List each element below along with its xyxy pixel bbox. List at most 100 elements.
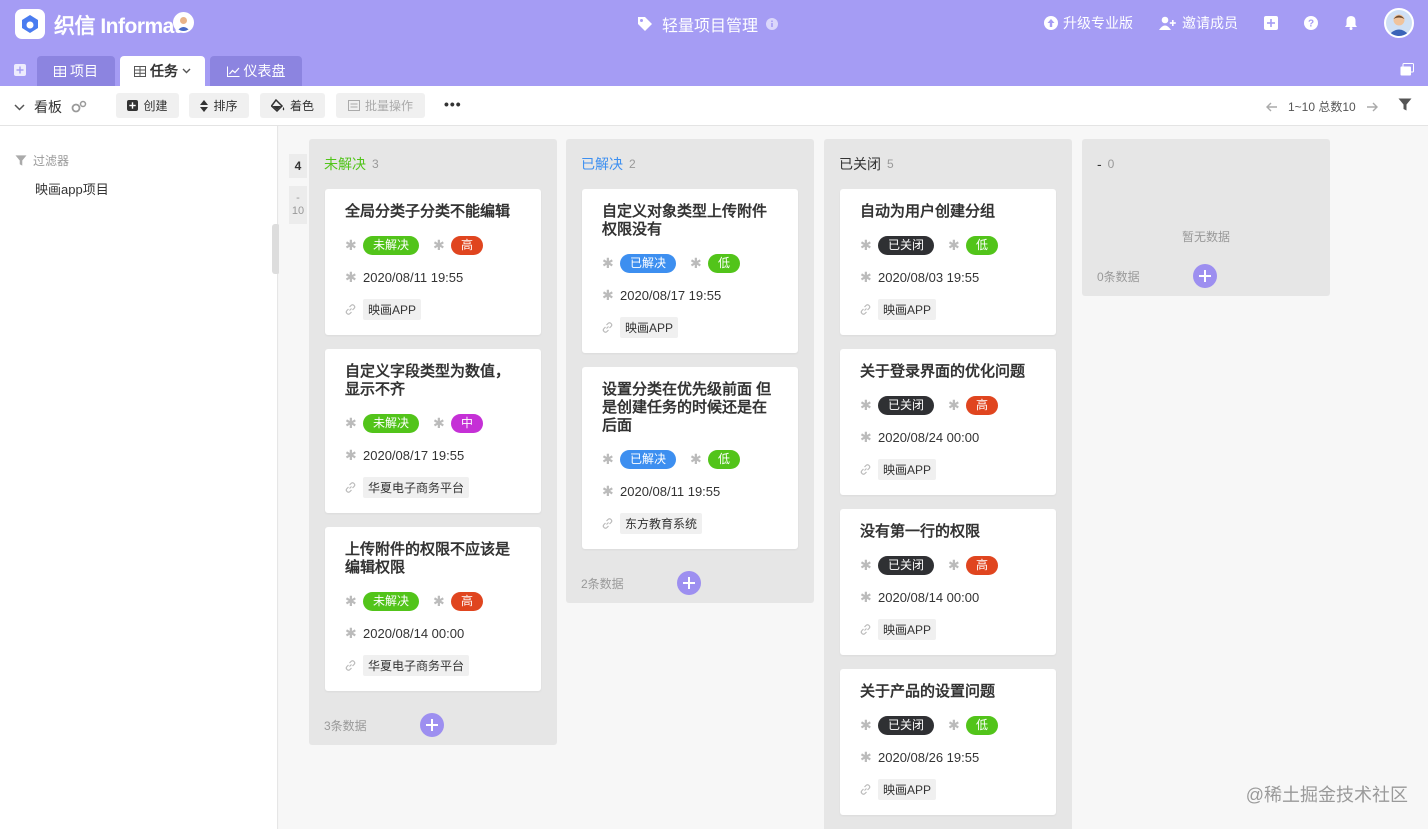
status-badge: 未解决 [363,235,420,255]
asterisk-icon: ✱ [860,556,872,573]
task-ref-tag[interactable]: 映画APP [878,778,937,800]
tab-dashboard[interactable]: 仪表盘 [210,56,302,86]
batch-button[interactable]: 批量操作 [336,93,425,118]
add-tab-button[interactable] [14,63,26,81]
add-card-button[interactable] [1193,264,1217,288]
task-title: 关于产品的设置问题 [860,683,996,700]
window-button[interactable] [1400,63,1414,81]
task-tags-row: ✱ 已关闭 ✱ 高 [860,549,1036,581]
task-card[interactable]: 上传附件的权限不应该是编辑权限 ✱ 未解决 ✱ 高 ✱ 2020/08/14 00:00 华夏… [325,527,541,691]
column-count: 0 [1107,157,1115,171]
plus-icon [683,577,695,589]
link-icon [345,303,363,315]
settings-icon[interactable] [71,100,87,114]
user-avatar[interactable] [1384,7,1414,38]
link-icon [345,481,363,493]
task-date-row: ✱ 2020/08/14 00:00 [345,617,521,649]
plus-icon [426,719,438,731]
task-card[interactable]: 自定义字段类型为数值，显示不齐 ✱ 未解决 ✱ 中 ✱ 2020/08/17 19:55 华夏… [325,349,541,513]
plus-icon [1199,270,1211,282]
task-title: 关于登录界面的优化问题 [860,363,1026,380]
add-card-button[interactable] [677,571,701,595]
upgrade-button[interactable]: 升级专业版 [1044,13,1133,33]
priority-badge: 高 [966,395,999,415]
filter-label: 过滤器 [33,154,70,168]
asterisk-icon: ✱ [602,286,614,303]
group-total[interactable]: - 10 [289,186,307,224]
asterisk-icon: ✱ [345,236,357,253]
workspace-avatar[interactable] [173,12,194,33]
priority-badge: 高 [451,235,484,255]
info-icon[interactable] [766,18,779,30]
view-label: 看板 [34,99,62,115]
column-count: 3 [372,157,379,171]
asterisk-icon: ✱ [860,268,872,285]
status-badge: 已关闭 [878,555,935,575]
status-badge: 已解决 [620,253,677,273]
filter-header: 过滤器 [15,152,69,169]
asterisk-icon: ✱ [860,748,872,765]
tab-projects[interactable]: 项目 [37,56,115,86]
link-icon [860,303,878,315]
group-count[interactable]: 4 [289,154,307,178]
task-card[interactable]: 自定义对象类型上传附件权限没有 ✱ 已解决 ✱ 低 ✱ 2020/08/17 19:55 映画… [582,189,798,353]
app-name: 织信 Informat [54,15,181,38]
link-icon [860,783,878,795]
asterisk-icon: ✱ [602,254,614,271]
more-button[interactable]: ••• [444,96,462,112]
task-date: 2020/08/11 19:55 [363,269,464,285]
arrow-right-icon[interactable] [1366,102,1378,112]
add-button[interactable] [1264,15,1278,30]
help-button[interactable]: ? [1304,15,1318,30]
sort-button[interactable]: 排序 [189,93,249,118]
link-icon [345,659,363,671]
task-ref-tag[interactable]: 华夏电子商务平台 [363,654,470,676]
asterisk-icon: ✱ [602,482,614,499]
color-button[interactable]: 着色 [260,93,325,118]
filter-button[interactable] [1398,98,1412,116]
task-ref-row: 映画APP [860,613,1036,645]
add-card-button[interactable] [420,713,444,737]
plus-square-icon [1264,15,1278,30]
task-card[interactable]: 关于产品的设置问题 ✱ 已关闭 ✱ 低 ✱ 2020/08/26 19:55 映画APP [840,669,1056,815]
task-card[interactable]: 全局分类子分类不能编辑 ✱ 未解决 ✱ 高 ✱ 2020/08/11 19:55 映画APP [325,189,541,335]
task-card[interactable]: 关于登录界面的优化问题 ✱ 已关闭 ✱ 高 ✱ 2020/08/24 00:00 映画APP [840,349,1056,495]
task-ref-tag[interactable]: 映画APP [878,618,937,640]
column-header: -0 [1082,139,1330,189]
tab-tasks[interactable]: 任务 [120,56,205,86]
line-chart-icon [226,66,239,77]
status-badge: 已解决 [620,449,677,469]
task-card[interactable]: 自动为用户创建分组 ✱ 已关闭 ✱ 低 ✱ 2020/08/03 19:55 映画APP [840,189,1056,335]
sort-icon [200,99,209,112]
notification-button[interactable] [1344,15,1358,30]
column-none: -0 暂无数据 0条数据 [1082,139,1330,296]
task-ref-tag[interactable]: 东方教育系统 [620,512,703,534]
plus-square-icon [127,100,139,111]
create-label: 创建 [143,99,168,113]
sort-label: 排序 [213,99,238,113]
task-card[interactable]: 没有第一行的权限 ✱ 已关闭 ✱ 高 ✱ 2020/08/14 00:00 映画APP [840,509,1056,655]
task-ref-tag[interactable]: 映画APP [878,298,937,320]
create-button[interactable]: 创建 [116,93,179,118]
task-card[interactable]: 设置分类在优先级前面 但是创建任务的时候还是在后面 ✱ 已解决 ✱ 低 ✱ 2020/08/… [582,367,798,549]
sidebar-item-project[interactable]: 映画app项目 [35,179,109,198]
plus-square-icon [14,64,26,76]
status-badge: 未解决 [363,591,420,611]
invite-button[interactable]: 邀请成员 [1159,13,1238,33]
task-tags-row: ✱ 已解决 ✱ 低 [602,247,778,279]
arrow-left-icon[interactable] [1266,102,1278,112]
task-title: 上传附件的权限不应该是编辑权限 [345,541,511,576]
task-date: 2020/08/26 19:55 [878,749,980,765]
task-ref-tag[interactable]: 映画APP [620,316,679,338]
table-icon [54,65,66,77]
view-selector[interactable]: 看板 [14,97,87,117]
task-ref-tag[interactable]: 映画APP [363,298,422,320]
task-ref-row: 映画APP [345,293,521,325]
app-title: 轻量项目管理 [662,18,759,35]
task-date-row: ✱ 2020/08/11 19:55 [602,475,778,507]
task-ref-tag[interactable]: 华夏电子商务平台 [363,476,470,498]
asterisk-icon: ✱ [948,556,960,573]
app-logo[interactable] [15,9,45,39]
task-tags-row: ✱ 未解决 ✱ 高 [345,585,521,617]
task-ref-tag[interactable]: 映画APP [878,458,937,480]
